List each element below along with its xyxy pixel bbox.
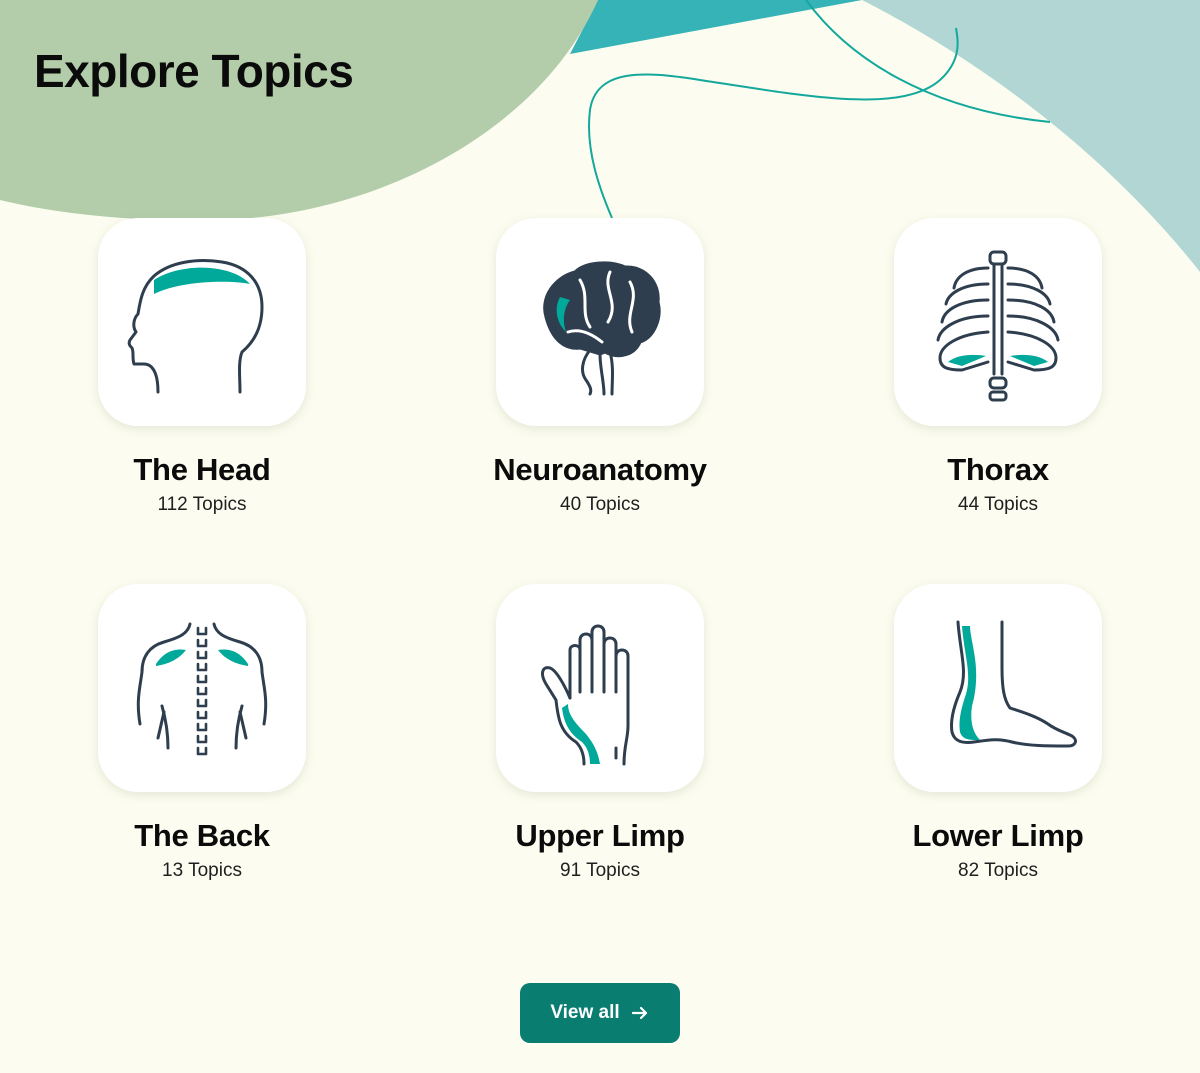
topic-tile[interactable]	[98, 584, 306, 792]
page-title: Explore Topics	[34, 45, 354, 97]
topic-title: Lower Limp	[912, 818, 1084, 853]
topic-title: Upper Limp	[515, 818, 685, 853]
topic-count: 112 Topics	[157, 494, 247, 515]
topic-card-neuroanatomy[interactable]: Neuroanatomy 40 Topics	[430, 218, 770, 516]
head-icon	[127, 259, 264, 394]
arrow-right-icon	[631, 1006, 647, 1020]
brain-icon	[543, 261, 661, 396]
topic-count: 82 Topics	[958, 860, 1038, 881]
topic-tile[interactable]	[894, 218, 1102, 426]
topic-tile[interactable]	[496, 218, 704, 426]
back-icon	[136, 622, 268, 756]
background-decoration	[0, 0, 1200, 272]
topic-card-the-head[interactable]: The Head 112 Topics	[32, 218, 372, 516]
topic-count: 91 Topics	[560, 860, 640, 881]
topic-card-upper-limp[interactable]: Upper Limp 91 Topics	[430, 584, 770, 882]
topic-title: The Head	[133, 452, 271, 487]
topic-tile[interactable]	[496, 584, 704, 792]
view-all-label: View all	[550, 1002, 620, 1023]
topic-card-thorax[interactable]: Thorax 44 Topics	[828, 218, 1168, 516]
hand-icon	[541, 624, 630, 766]
topic-tile[interactable]	[894, 584, 1102, 792]
view-all-button[interactable]: View all	[520, 983, 680, 1043]
topic-title: Neuroanatomy	[493, 452, 707, 487]
topic-title: The Back	[134, 818, 270, 853]
topic-card-the-back[interactable]: The Back 13 Topics	[32, 584, 372, 882]
topic-count: 13 Topics	[162, 860, 242, 881]
foot-icon	[950, 620, 1077, 748]
topic-tile[interactable]	[98, 218, 306, 426]
topic-title: Thorax	[947, 452, 1049, 487]
ribcage-icon	[936, 250, 1060, 402]
topic-card-lower-limp[interactable]: Lower Limp 82 Topics	[828, 584, 1168, 882]
topic-count: 44 Topics	[958, 494, 1038, 515]
topic-count: 40 Topics	[560, 494, 640, 515]
